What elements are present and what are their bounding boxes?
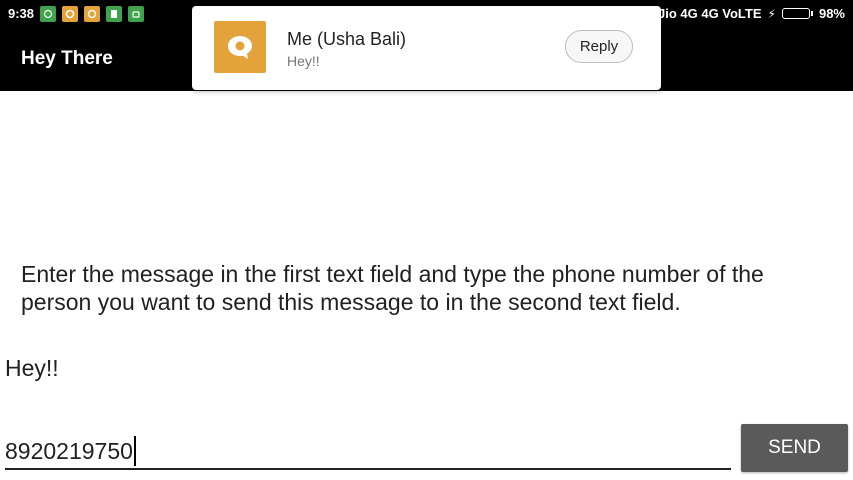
status-right: Jio 4G 4G VoLTE ⚡ 98% — [658, 6, 845, 21]
carrier-label: Jio 4G 4G VoLTE — [657, 6, 762, 21]
message-icon — [84, 6, 100, 22]
alarm-icon — [40, 6, 56, 22]
phone-number-input[interactable]: 8920219750 — [5, 434, 731, 470]
chat-bubble-icon — [214, 21, 266, 73]
instructions-text: Enter the message in the first text fiel… — [21, 261, 764, 315]
phone-number-value: 8920219750 — [5, 437, 133, 464]
charging-icon: ⚡ — [767, 6, 776, 21]
heads-up-notification[interactable]: Me (Usha Bali) Hey!! Reply — [192, 6, 661, 90]
message-input[interactable]: Hey!! — [5, 355, 59, 382]
text-cursor — [133, 436, 136, 466]
status-notification-icons — [40, 6, 144, 22]
send-button[interactable]: SEND — [741, 424, 848, 472]
status-time: 9:38 — [8, 6, 35, 21]
message-icon — [62, 6, 78, 22]
app-title: Hey There — [21, 48, 113, 69]
sim-icon — [106, 6, 122, 22]
battery-icon — [781, 8, 813, 19]
notification-title: Me (Usha Bali) — [287, 29, 407, 49]
notification-text: Hey!! — [287, 53, 320, 69]
battery-percent: 98% — [818, 6, 845, 21]
android-icon — [128, 6, 144, 22]
screen: 9:38 Jio 4G 4G VoLTE ⚡ 98% Hey There Me … — [0, 0, 853, 480]
reply-button[interactable]: Reply — [565, 30, 633, 63]
